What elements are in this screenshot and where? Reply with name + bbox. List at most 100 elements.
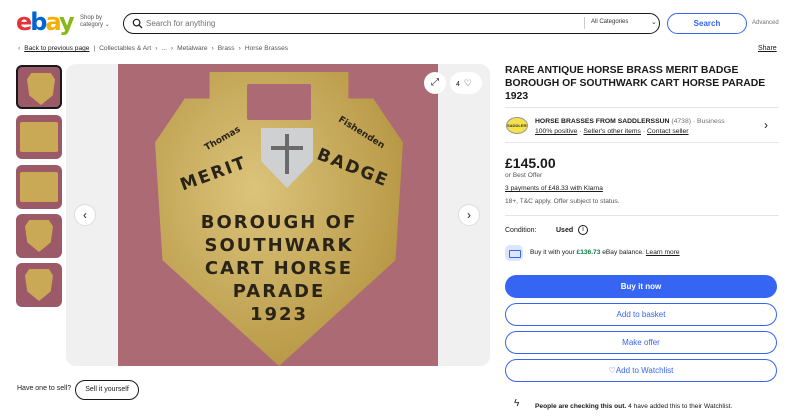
category-select[interactable]: All Categories [591, 19, 628, 25]
sell-question: Have one to sell? [17, 385, 72, 392]
seller-info: HORSE BRASSES FROM SADDLERSSUN (4738) · … [535, 118, 725, 135]
lightning-icon: ϟ [514, 398, 520, 409]
divider [505, 107, 779, 108]
make-offer-button[interactable]: Make offer [505, 331, 777, 354]
contact-seller-link[interactable]: Contact seller [647, 128, 689, 135]
divider [584, 17, 585, 29]
thumbnail-1[interactable] [16, 65, 62, 109]
engraving-text: BOROUGH OF [200, 212, 358, 233]
breadcrumb-item[interactable]: Metalware [177, 45, 207, 52]
chevron-down-icon: ⌄ [651, 19, 657, 26]
engraving-text: Fishenden [336, 114, 387, 152]
search-icon [132, 18, 143, 29]
header: ebay Shop by category ⌄ Search for anyth… [0, 0, 800, 46]
search-input[interactable]: Search for anything [146, 18, 215, 29]
chevron-right-icon[interactable]: › [764, 118, 768, 132]
listing-title: RARE ANTIQUE HORSE BRASS MERIT BADGE BOR… [505, 65, 766, 102]
positive-feedback-link[interactable]: 100% positive [535, 128, 577, 135]
condition-value: Used [556, 227, 574, 234]
thumbnail-2[interactable] [16, 115, 62, 159]
horse-brass-badge: Thomas Fishenden MERIT BADGE BOROUGH OF … [155, 72, 403, 366]
watchers-text: People are checking this out. 4 have add… [535, 403, 732, 410]
breadcrumb: ‹ Back to previous page | Collectables & Ar… [18, 44, 292, 54]
chevron-right-icon: › [211, 45, 214, 52]
logo-letter-a: a [45, 8, 61, 36]
learn-more-link[interactable]: Learn more [646, 249, 680, 256]
breadcrumb-item[interactable]: Collectables & Art [99, 45, 151, 52]
expand-image-button[interactable]: ⤢ [424, 72, 446, 94]
previous-image-button[interactable]: ‹ [74, 204, 96, 226]
advanced-search-link[interactable]: Advanced [752, 20, 779, 26]
thumbnail-3[interactable] [16, 165, 62, 209]
watch-count: 4 [456, 81, 460, 88]
seller-type: · Business [692, 118, 725, 125]
logo-letter-e: e [16, 8, 32, 36]
seller-name[interactable]: HORSE BRASSES FROM SADDLERSSUN [535, 118, 669, 125]
balance-text: Buy it with your [530, 249, 577, 256]
klarna-link[interactable]: 3 payments of £48.33 with Klarna [505, 185, 603, 192]
separator: | [93, 45, 96, 52]
main-image-viewer: Thomas Fishenden MERIT BADGE BOROUGH OF … [66, 64, 490, 366]
seller-other-items-link[interactable]: Seller's other items [583, 128, 641, 135]
condition-label: Condition: [505, 227, 537, 234]
crest-icon [261, 128, 313, 188]
engraving-text: BADGE [314, 144, 392, 192]
thumbnail-image [20, 172, 58, 202]
logo-letter-b: b [30, 8, 47, 36]
back-link[interactable]: Back to previous page [24, 45, 89, 52]
thumbnail-image [27, 73, 55, 105]
divider [505, 215, 779, 216]
ebay-logo[interactable]: ebay [16, 8, 75, 36]
shop-by-category[interactable]: Shop by category ⌄ [80, 15, 110, 29]
divider [505, 142, 779, 143]
breadcrumb-item[interactable]: Horse Brasses [245, 45, 288, 52]
thumbnail-image [25, 220, 53, 252]
info-icon[interactable]: i [578, 225, 588, 235]
balance-amount: £136.73 [576, 249, 601, 256]
breadcrumb-more[interactable]: ... [161, 45, 167, 52]
add-to-watchlist-button[interactable]: ♡Add to Watchlist [505, 359, 777, 382]
search-button[interactable]: Search [667, 13, 747, 34]
watchers-bold: People are checking this out. [535, 403, 627, 410]
heart-icon: ♡ [463, 78, 472, 88]
breadcrumb-item[interactable]: Brass [218, 45, 235, 52]
thumbnail-image [20, 122, 58, 152]
product-photo[interactable]: Thomas Fishenden MERIT BADGE BOROUGH OF … [118, 64, 438, 366]
watch-counter[interactable]: 4 ♡ [450, 72, 482, 94]
sell-it-yourself-button[interactable]: Sell it yourself [75, 380, 139, 400]
wallet-icon [505, 245, 523, 261]
engraving-text: SOUTHWARK [204, 235, 354, 256]
thumbnail-image [25, 269, 53, 301]
chevron-right-icon: › [170, 45, 174, 52]
next-image-button[interactable]: › [458, 204, 480, 226]
engraving-text: CART HORSE [204, 258, 354, 279]
chevron-down-icon: ⌄ [104, 22, 110, 28]
engraving-text: MERIT [177, 152, 250, 196]
engraving-text: Thomas [203, 124, 243, 154]
chevron-right-icon: › [155, 45, 158, 52]
engraving-text: PARADE [232, 281, 326, 302]
terms-text: 18+, T&C apply. Offer subject to status. [505, 198, 620, 205]
logo-letter-y: y [58, 8, 75, 36]
best-offer-text: or Best Offer [505, 172, 543, 179]
engraving-text: 1923 [249, 304, 309, 325]
thumbnail-5[interactable] [16, 263, 62, 307]
balance-text: eBay balance. [600, 249, 646, 256]
expand-icon: ⤢ [431, 77, 439, 88]
thumbnail-4[interactable] [16, 214, 62, 258]
buy-it-now-button[interactable]: Buy it now [505, 275, 777, 298]
chevron-left-icon: ‹ [18, 45, 21, 52]
badge-loop [247, 84, 311, 120]
chevron-left-icon: ‹ [83, 208, 87, 222]
search-bar[interactable]: Search for anything All Categories ⌄ [123, 13, 660, 34]
category-label: category [80, 22, 104, 28]
shop-by-label: Shop by [80, 15, 103, 21]
seller-logo[interactable]: SADDLERSSUN [506, 117, 528, 134]
watchers-rest: 4 have added this to their Watchlist. [626, 403, 733, 410]
price: £145.00 [505, 155, 556, 171]
share-link[interactable]: Share [758, 44, 777, 54]
chevron-right-icon: › [238, 45, 241, 52]
feedback-count: (4738) [671, 118, 691, 125]
add-to-basket-button[interactable]: Add to basket [505, 303, 777, 326]
ebay-balance-text: Buy it with your £136.73 eBay balance. L… [530, 249, 680, 256]
